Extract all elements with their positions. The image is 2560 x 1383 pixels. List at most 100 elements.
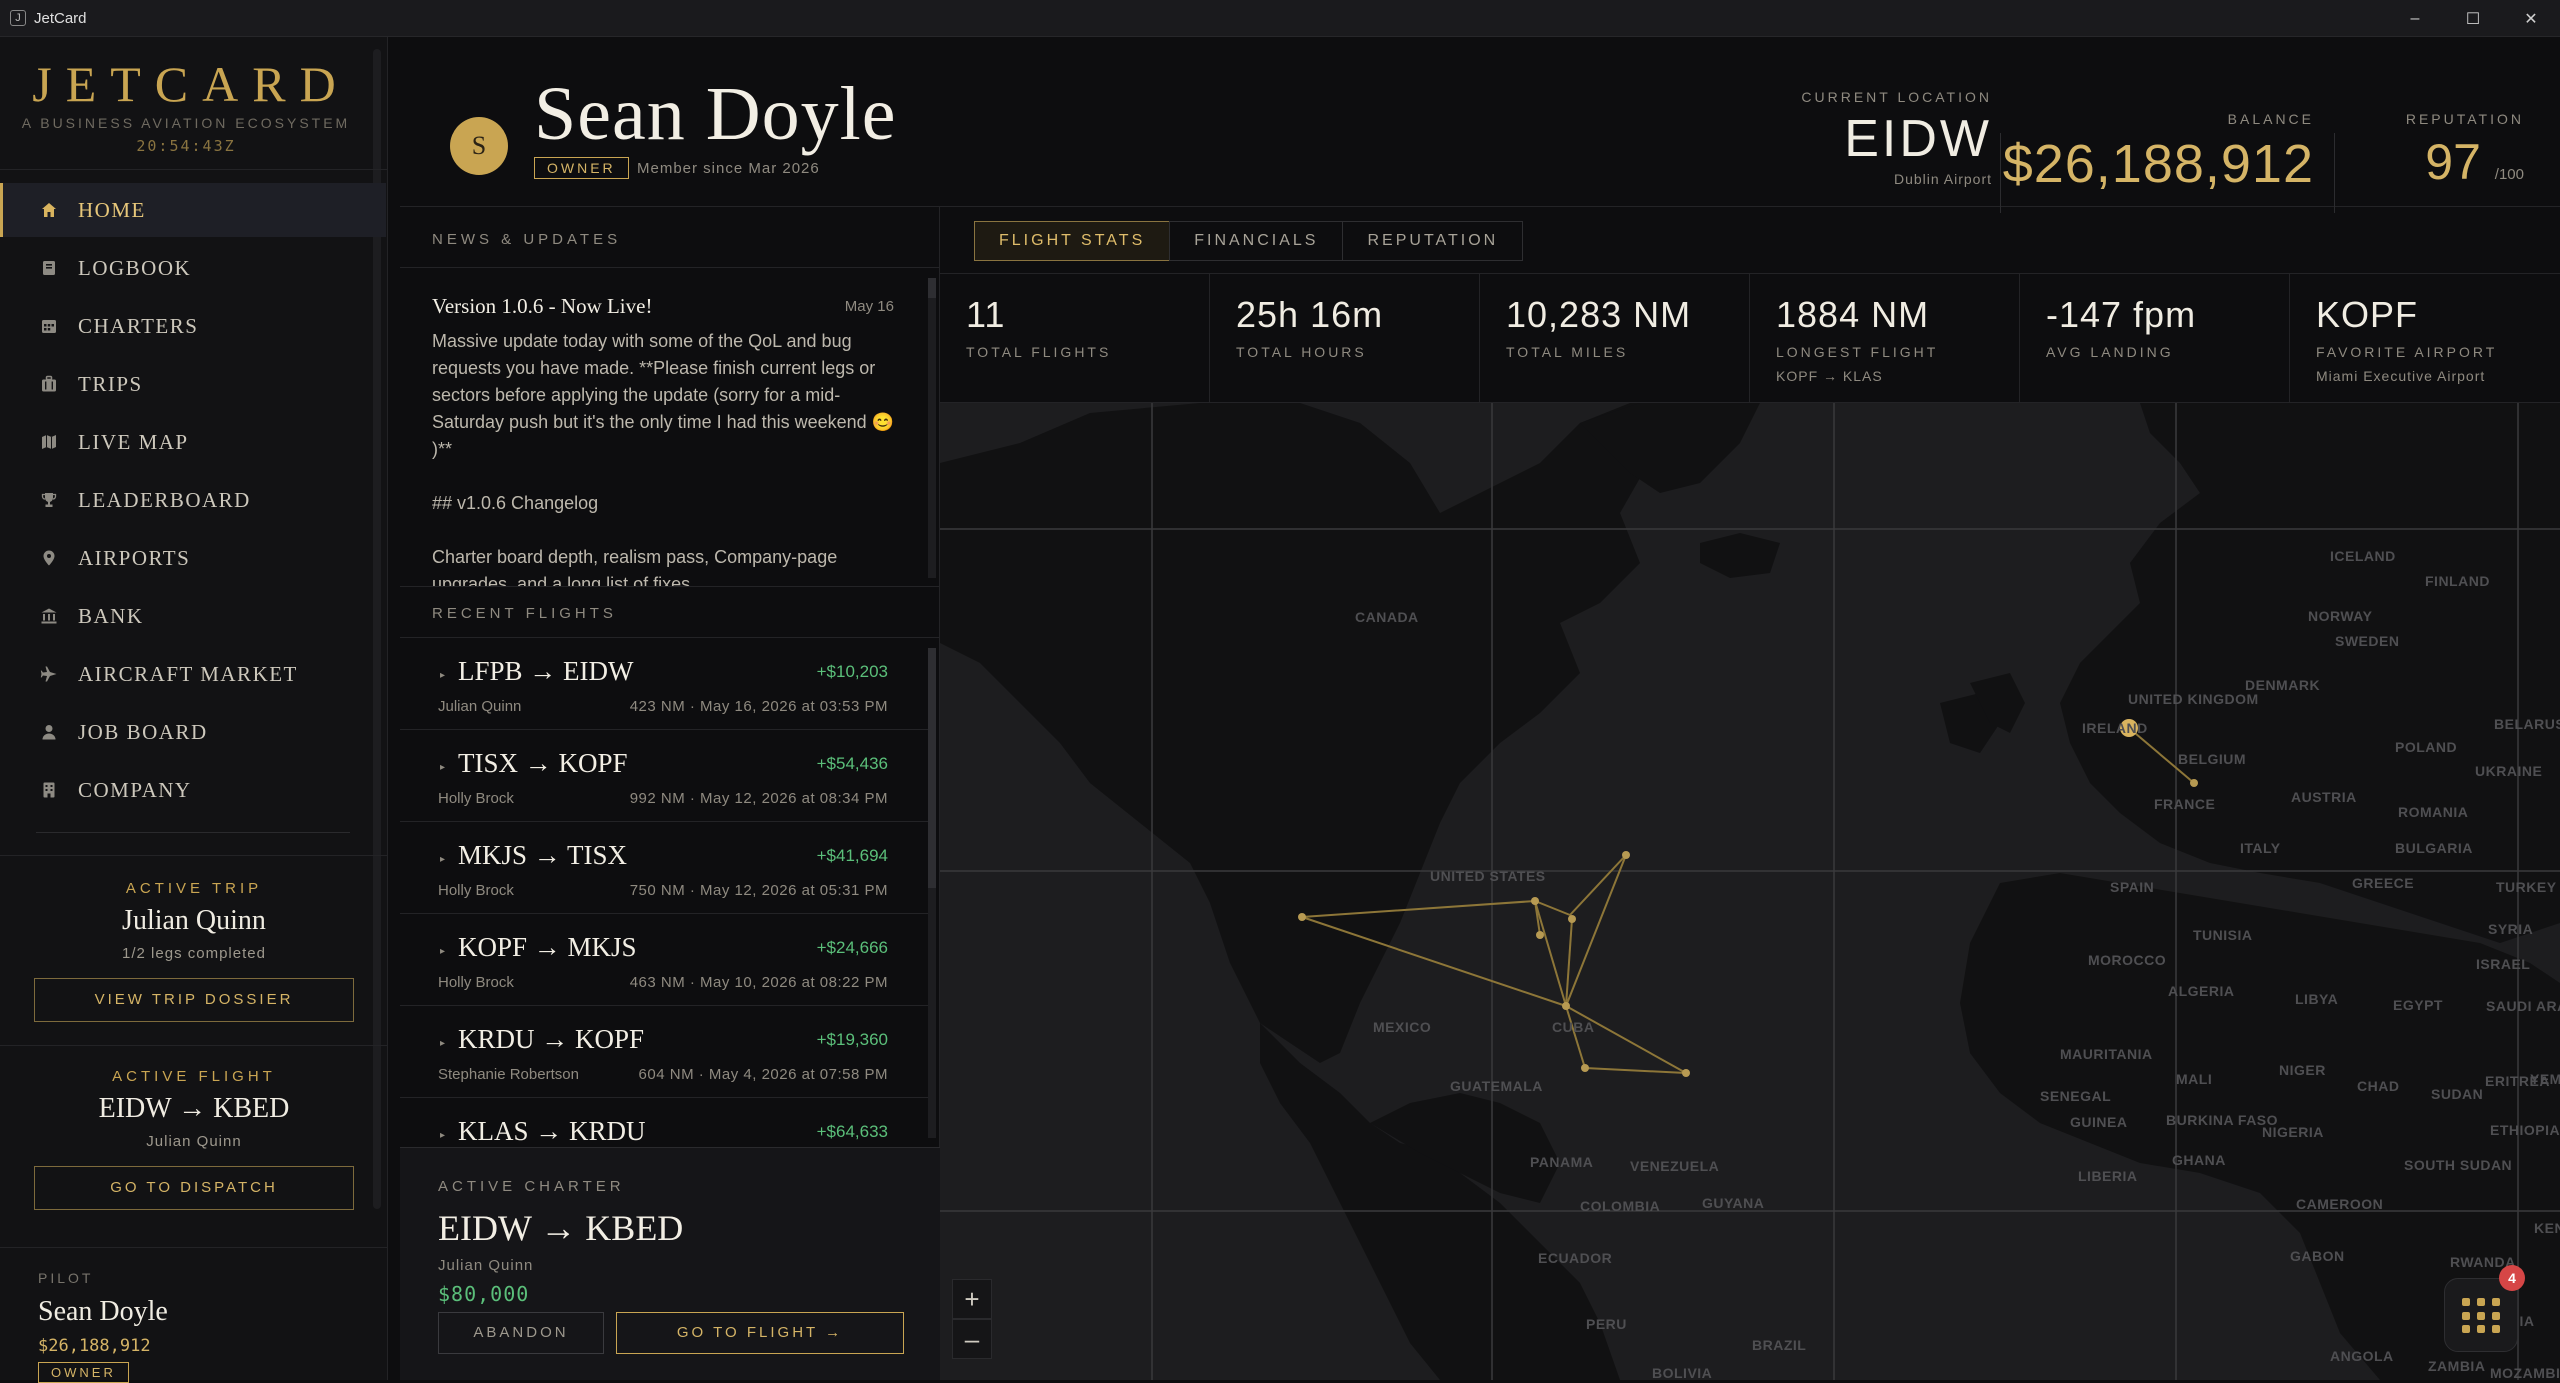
stat-value: -147 fpm: [2046, 294, 2197, 335]
pilot-name: Sean Doyle: [38, 1296, 168, 1327]
map-label: YEMEN: [2530, 1071, 2560, 1087]
stat-label: TOTAL MILES: [1506, 344, 1629, 360]
active-trip-card: ACTIVE TRIP Julian Quinn 1/2 legs comple…: [0, 855, 388, 1045]
map-label: ICELAND: [2330, 548, 2396, 564]
caret-right-icon: ▸: [440, 1130, 446, 1141]
recent-flights-scroll-thumb[interactable]: [928, 648, 936, 888]
news-body: Massive update today with some of the Qo…: [432, 331, 895, 587]
map-label: ISRAEL: [2476, 956, 2530, 972]
sidebar-item-trips[interactable]: TRIPS: [0, 357, 386, 411]
flight-meta: 750 NM · May 12, 2026 at 05:31 PM: [629, 882, 888, 899]
abandon-button[interactable]: ABANDON: [438, 1312, 604, 1354]
map-label: UNITED KINGDOM: [2128, 691, 2259, 707]
maximize-button[interactable]: ☐: [2444, 0, 2502, 37]
go-to-dispatch-button[interactable]: GO TO DISPATCH: [34, 1166, 354, 1210]
map-label: PERU: [1586, 1316, 1627, 1332]
map-label: ETHIOPIA: [2490, 1122, 2560, 1138]
stat-label: AVG LANDING: [2046, 344, 2174, 360]
stat-favorite-airport: KOPF FAVORITE AIRPORT Miami Executive Ai…: [2290, 274, 2560, 402]
flight-meta: 992 NM · May 12, 2026 at 08:34 PM: [629, 790, 888, 807]
home-icon: [38, 199, 60, 221]
map-label: ANGOLA: [2330, 1348, 2394, 1364]
list-item[interactable]: ▸ LFPB → EIDW +$10,203 Julian Quinn 423 …: [400, 638, 928, 730]
flight-pilot: Holly Brock: [438, 790, 514, 807]
sidebar-item-charters[interactable]: CHARTERS: [0, 299, 386, 353]
role-badge: OWNER: [534, 157, 629, 179]
zoom-out-button[interactable]: –: [952, 1319, 992, 1359]
flight-pilot: Stephanie Robertson: [438, 1066, 579, 1083]
list-item[interactable]: ▸ KLAS → KRDU +$64,633: [400, 1098, 928, 1147]
sidebar-item-company[interactable]: COMPANY: [0, 763, 386, 817]
news-scroll-thumb[interactable]: [928, 278, 936, 298]
go-to-flight-button[interactable]: GO TO FLIGHT →: [616, 1312, 904, 1354]
active-flight-pilot: Julian Quinn: [146, 1133, 242, 1150]
caret-right-icon: ▸: [440, 762, 446, 773]
sidebar-item-label: LIVE MAP: [78, 429, 189, 454]
stat-longest-flight: 1884 NM LONGEST FLIGHT KOPF → KLAS: [1750, 274, 2020, 402]
brand-logo: JETCARD: [32, 56, 350, 112]
zoom-in-button[interactable]: +: [952, 1279, 992, 1319]
sidebar-item-aircraft-market[interactable]: AIRCRAFT MARKET: [0, 647, 386, 701]
reputation-stat: REPUTATION 97 /100: [2406, 111, 2524, 191]
tab-reputation[interactable]: REPUTATION: [1342, 221, 1524, 261]
flight-map[interactable]: ICELAND FINLAND NORWAY SWEDEN CANADA UNI…: [940, 403, 2560, 1380]
map-label: BRAZIL: [1752, 1337, 1806, 1353]
notification-badge: 4: [2499, 1265, 2525, 1291]
map-label: MAURITANIA: [2060, 1046, 2153, 1062]
list-item[interactable]: ▸ KOPF → MKJS +$24,666 Holly Brock 463 N…: [400, 914, 928, 1006]
active-trip-kicker: ACTIVE TRIP: [125, 880, 263, 897]
map-label: MEXICO: [1373, 1019, 1431, 1035]
map-label: VENEZUELA: [1630, 1158, 1719, 1174]
apps-launcher-button[interactable]: 4: [2444, 1265, 2525, 1352]
list-item[interactable]: ▸ MKJS → TISX +$41,694 Holly Brock 750 N…: [400, 822, 928, 914]
map-label: GUYANA: [1702, 1195, 1764, 1211]
active-flight-route: EIDW → KBED: [98, 1093, 290, 1124]
sidebar-item-job-board[interactable]: JOB BOARD: [0, 705, 386, 759]
sidebar-item-bank[interactable]: BANK: [0, 589, 386, 643]
stat-value: KOPF: [2316, 294, 2419, 335]
view-trip-dossier-button[interactable]: VIEW TRIP DOSSIER: [34, 978, 354, 1022]
map-label: SENEGAL: [2040, 1088, 2111, 1104]
sidebar-item-live-map[interactable]: LIVE MAP: [0, 415, 386, 469]
map-label: EGYPT: [2393, 997, 2443, 1013]
map-label: GUATEMALA: [1450, 1078, 1543, 1094]
avatar[interactable]: S: [450, 117, 508, 175]
current-location: CURRENT LOCATION EIDW Dublin Airport: [1801, 89, 1992, 187]
sidebar-item-home[interactable]: HOME: [0, 183, 386, 237]
active-charter-route: EIDW → KBED: [438, 1208, 684, 1248]
map-label: GABON: [2290, 1248, 2345, 1264]
sidebar-item-leaderboard[interactable]: LEADERBOARD: [0, 473, 386, 527]
close-button[interactable]: ✕: [2502, 0, 2560, 37]
active-charter-kicker: ACTIVE CHARTER: [438, 1178, 625, 1195]
list-item[interactable]: ▸ KRDU → KOPF +$19,360 Stephanie Roberts…: [400, 1006, 928, 1098]
trophy-icon: [38, 489, 60, 511]
sidebar-item-label: AIRPORTS: [78, 545, 191, 570]
flight-meta: 423 NM · May 16, 2026 at 03:53 PM: [629, 698, 888, 715]
balance-value: $26,188,912: [2002, 134, 2314, 194]
sidebar-item-airports[interactable]: AIRPORTS: [0, 531, 386, 585]
news-scrollbar[interactable]: [928, 278, 936, 578]
minimize-button[interactable]: –: [2386, 0, 2444, 37]
sidebar-item-logbook[interactable]: LOGBOOK: [0, 241, 386, 295]
flight-meta: 463 NM · May 10, 2026 at 08:22 PM: [629, 974, 888, 991]
app-icon: J: [10, 10, 26, 26]
news-date: May 16: [844, 298, 894, 315]
map-label: GREECE: [2352, 875, 2414, 891]
window-title: JetCard: [34, 9, 87, 27]
stat-label: TOTAL FLIGHTS: [966, 344, 1112, 360]
stat-value: 10,283 NM: [1506, 294, 1692, 335]
stat-sub: KOPF → KLAS: [1776, 368, 1883, 384]
list-item[interactable]: ▸ TISX → KOPF +$54,436 Holly Brock 992 N…: [400, 730, 928, 822]
caret-right-icon: ▸: [440, 854, 446, 865]
current-location-code: EIDW: [1844, 110, 1992, 168]
pilot-kicker: PILOT: [38, 1270, 94, 1286]
tab-flight-stats[interactable]: FLIGHT STATS: [974, 221, 1171, 261]
flight-route: KOPF → MKJS: [458, 932, 637, 962]
map-label: BOLIVIA: [1652, 1365, 1712, 1380]
map-label: BULGARIA: [2395, 840, 2473, 856]
active-trip-name: Julian Quinn: [122, 905, 266, 936]
window-controls: – ☐ ✕: [2386, 0, 2560, 37]
utc-clock: 20:54:43Z: [136, 137, 236, 155]
flight-pilot: Holly Brock: [438, 974, 514, 991]
tab-financials[interactable]: FINANCIALS: [1169, 221, 1344, 261]
